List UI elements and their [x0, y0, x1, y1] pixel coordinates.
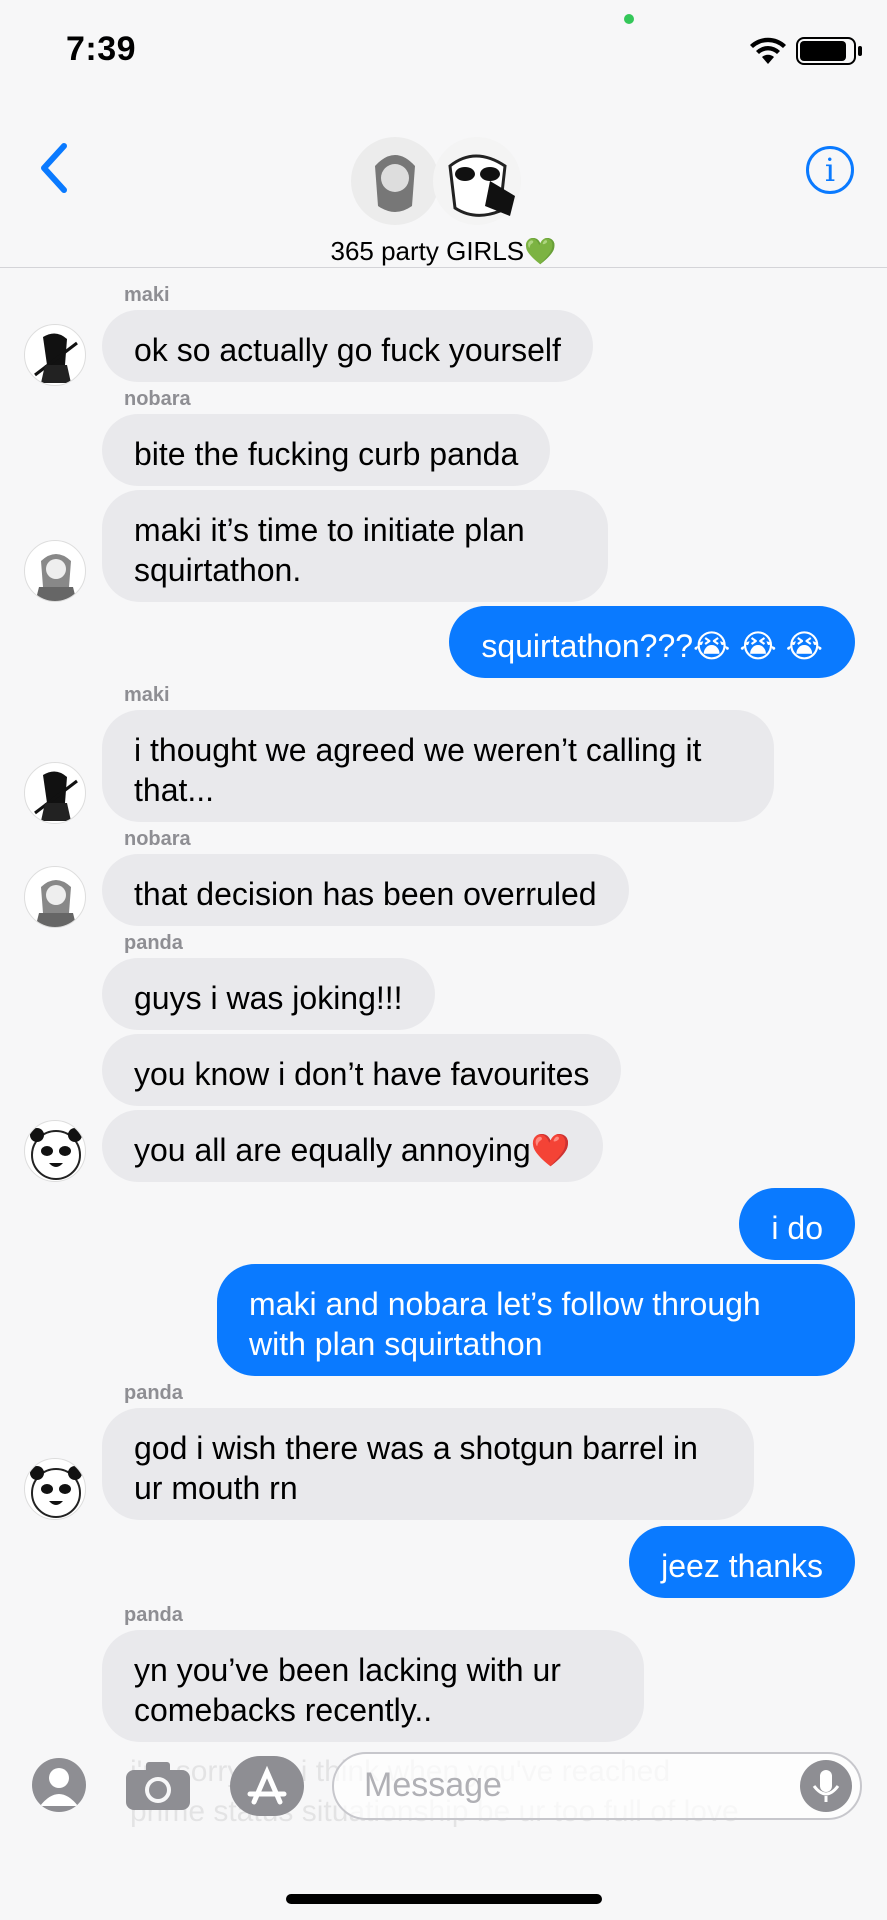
- microphone-icon[interactable]: [800, 1760, 852, 1812]
- conversation-header: 365 party GIRLS💚 i: [0, 100, 887, 268]
- home-indicator[interactable]: [286, 1894, 602, 1904]
- maki-avatar[interactable]: [24, 324, 86, 386]
- message-list[interactable]: maki ok so actually go fuck yourself nob…: [0, 270, 887, 1750]
- message-input-bar: Message: [0, 1730, 887, 1840]
- incoming-message-bubble[interactable]: god i wish there was a shotgun barrel in…: [102, 1408, 754, 1520]
- incoming-message-bubble[interactable]: you all are equally annoying❤️: [102, 1110, 603, 1182]
- info-button[interactable]: i: [806, 146, 854, 194]
- incoming-message-bubble[interactable]: guys i was joking!!!: [102, 958, 435, 1030]
- battery-icon: [796, 37, 862, 65]
- back-chevron-icon[interactable]: [36, 140, 72, 196]
- wifi-icon: [750, 37, 786, 64]
- incoming-message-bubble[interactable]: i thought we agreed we weren’t calling i…: [102, 710, 774, 822]
- panda-avatar[interactable]: [24, 1120, 86, 1182]
- sender-label: maki: [124, 684, 170, 706]
- camera-icon[interactable]: [124, 1760, 192, 1812]
- nobara-avatar[interactable]: [24, 540, 86, 602]
- incoming-message-bubble[interactable]: that decision has been overruled: [102, 854, 629, 926]
- green-heart-emoji: 💚: [524, 236, 557, 266]
- app-store-icon[interactable]: [230, 1756, 304, 1816]
- sender-label: nobara: [124, 388, 191, 410]
- status-bar: 7:39: [0, 0, 887, 100]
- nobara-avatar[interactable]: [24, 866, 86, 928]
- outgoing-message-bubble[interactable]: i do: [739, 1188, 855, 1260]
- contact-icon[interactable]: [32, 1758, 86, 1812]
- incoming-message-bubble[interactable]: maki it’s time to initiate plan squirtat…: [102, 490, 608, 602]
- incoming-message-bubble[interactable]: ok so actually go fuck yourself: [102, 310, 593, 382]
- incoming-message-bubble[interactable]: bite the fucking curb panda: [102, 414, 551, 486]
- message-placeholder: Message: [364, 1766, 502, 1804]
- outgoing-message-bubble[interactable]: maki and nobara let’s follow through wit…: [217, 1264, 855, 1376]
- incoming-message-bubble[interactable]: you know i don’t have favourites: [102, 1034, 622, 1106]
- status-time: 7:39: [66, 30, 137, 68]
- message-input[interactable]: Message: [332, 1752, 862, 1820]
- camera-in-use-indicator: [624, 14, 634, 24]
- sender-label: maki: [124, 284, 170, 306]
- sender-label: panda: [124, 1382, 183, 1404]
- outgoing-message-bubble[interactable]: jeez thanks: [629, 1526, 855, 1598]
- group-name[interactable]: 365 party GIRLS💚: [0, 236, 887, 267]
- panda-avatar[interactable]: [24, 1458, 86, 1520]
- sender-label: nobara: [124, 828, 191, 850]
- sender-label: panda: [124, 1604, 183, 1626]
- sender-label: panda: [124, 932, 183, 954]
- maki-avatar[interactable]: [24, 762, 86, 824]
- incoming-message-bubble[interactable]: yn you’ve been lacking with ur comebacks…: [102, 1630, 644, 1742]
- group-name-text: 365 party GIRLS: [330, 236, 525, 266]
- group-avatar[interactable]: [350, 136, 522, 226]
- outgoing-message-bubble[interactable]: squirtathon???😭 😭 😭: [449, 606, 855, 678]
